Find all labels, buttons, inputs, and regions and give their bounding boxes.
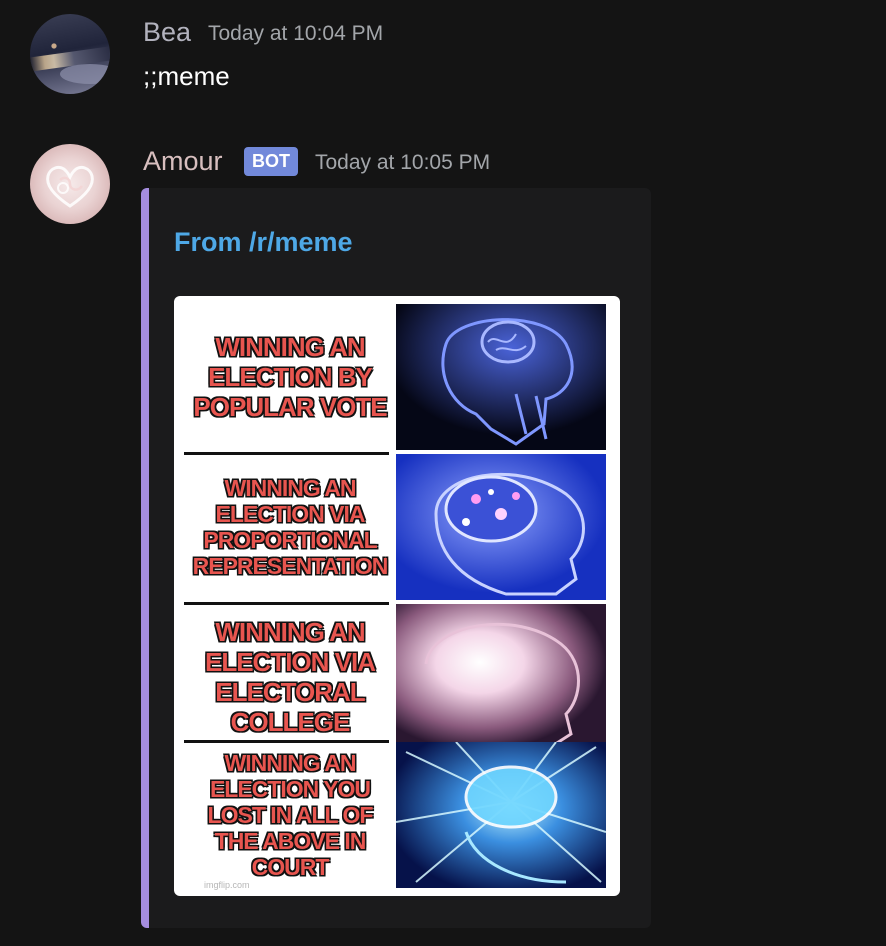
cosmic-brain-image <box>396 742 606 888</box>
message-timestamp: Today at 10:05 PM <box>315 151 491 174</box>
message-author[interactable]: Amour <box>143 145 223 177</box>
bot-badge: BOT <box>244 147 298 176</box>
bot-avatar[interactable] <box>30 144 110 224</box>
user-avatar[interactable] <box>30 14 110 94</box>
meme-panel-caption: WINNING AN ELECTION VIA ELECTORAL COLLEG… <box>204 617 376 737</box>
meme-panel: WINNING AN ELECTION YOU LOST IN ALL OF T… <box>184 742 606 888</box>
glowing-brain-image <box>396 454 606 600</box>
message-embed: From /r/meme WINNING AN ELECTION BY POPU… <box>141 188 651 928</box>
message-author[interactable]: Bea <box>143 16 191 48</box>
meme-panel: WINNING AN ELECTION VIA PROPORTIONAL REP… <box>184 454 606 600</box>
imgflip-watermark: imgflip.com <box>204 880 250 890</box>
heart-icon <box>46 165 94 208</box>
meme-panel: WINNING AN ELECTION VIA ELECTORAL COLLEG… <box>184 604 606 750</box>
meme-panel: WINNING AN ELECTION BY POPULAR VOTE <box>184 304 606 450</box>
meme-panel-caption: WINNING AN ELECTION VIA PROPORTIONAL REP… <box>192 475 389 579</box>
shining-brain-image <box>396 604 606 750</box>
message-timestamp: Today at 10:04 PM <box>208 22 384 45</box>
embed-title-link[interactable]: From /r/meme <box>174 226 353 258</box>
meme-panel-caption: WINNING AN ELECTION BY POPULAR VOTE <box>193 332 387 422</box>
avatar-cloud-graphic <box>60 64 110 84</box>
message-content: ;;meme <box>143 61 230 91</box>
embed-meme-image[interactable]: WINNING AN ELECTION BY POPULAR VOTE WINN… <box>174 296 620 896</box>
embed-accent-bar <box>141 188 149 928</box>
small-brain-image <box>396 304 606 450</box>
meme-panel-caption: WINNING AN ELECTION YOU LOST IN ALL OF T… <box>207 750 374 880</box>
